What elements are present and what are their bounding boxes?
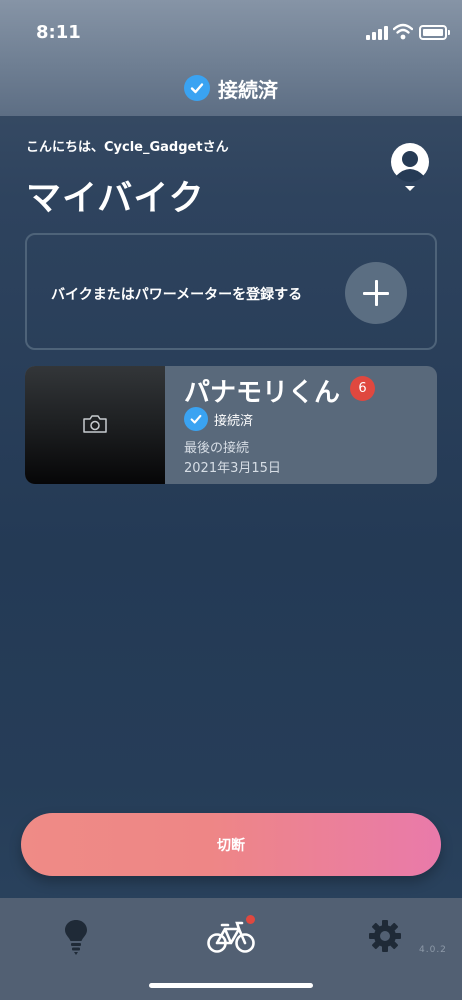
battery-icon <box>419 25 450 40</box>
notification-badge: 6 <box>350 376 375 401</box>
page-title: マイバイク <box>26 179 205 219</box>
bike-name: パナモリくん <box>184 378 341 408</box>
bike-tab-notification-dot <box>246 915 255 924</box>
bike-photo-placeholder[interactable] <box>25 366 165 484</box>
last-connection-date: 2021年3月15日 <box>184 461 281 476</box>
lightbulb-icon[interactable] <box>62 916 90 956</box>
wifi-icon <box>393 23 413 40</box>
gear-icon[interactable] <box>367 916 403 956</box>
bike-card[interactable]: パナモリくん 6 接続済 最後の接続 2021年3月15日 <box>25 366 437 484</box>
camera-icon <box>83 415 107 433</box>
connected-check-icon <box>184 407 208 431</box>
app-version: 4.0.2 <box>419 945 447 955</box>
status-bar: 8:11 <box>0 0 462 60</box>
greeting-text: こんにちは、Cycle_Gadgetさん <box>26 140 229 155</box>
home-indicator[interactable] <box>149 983 313 988</box>
bike-status-text: 接続済 <box>214 413 254 429</box>
add-bike-button[interactable] <box>345 262 407 324</box>
connection-status-text: 接続済 <box>218 77 278 102</box>
profile-avatar-icon[interactable] <box>390 143 430 191</box>
register-bike-label: バイクまたはパワーメーターを登録する <box>51 287 303 303</box>
connection-header: 接続済 <box>0 70 462 106</box>
connected-check-icon <box>184 75 210 101</box>
cellular-signal-icon <box>366 26 388 40</box>
last-connection-label: 最後の接続 <box>184 441 250 456</box>
bike-connection-status: 接続済 <box>184 407 253 431</box>
disconnect-label: 切断 <box>217 837 245 854</box>
register-bike-card[interactable]: バイクまたはパワーメーターを登録する <box>25 233 437 350</box>
disconnect-button[interactable]: 切断 <box>21 813 441 876</box>
status-time: 8:11 <box>36 22 81 43</box>
